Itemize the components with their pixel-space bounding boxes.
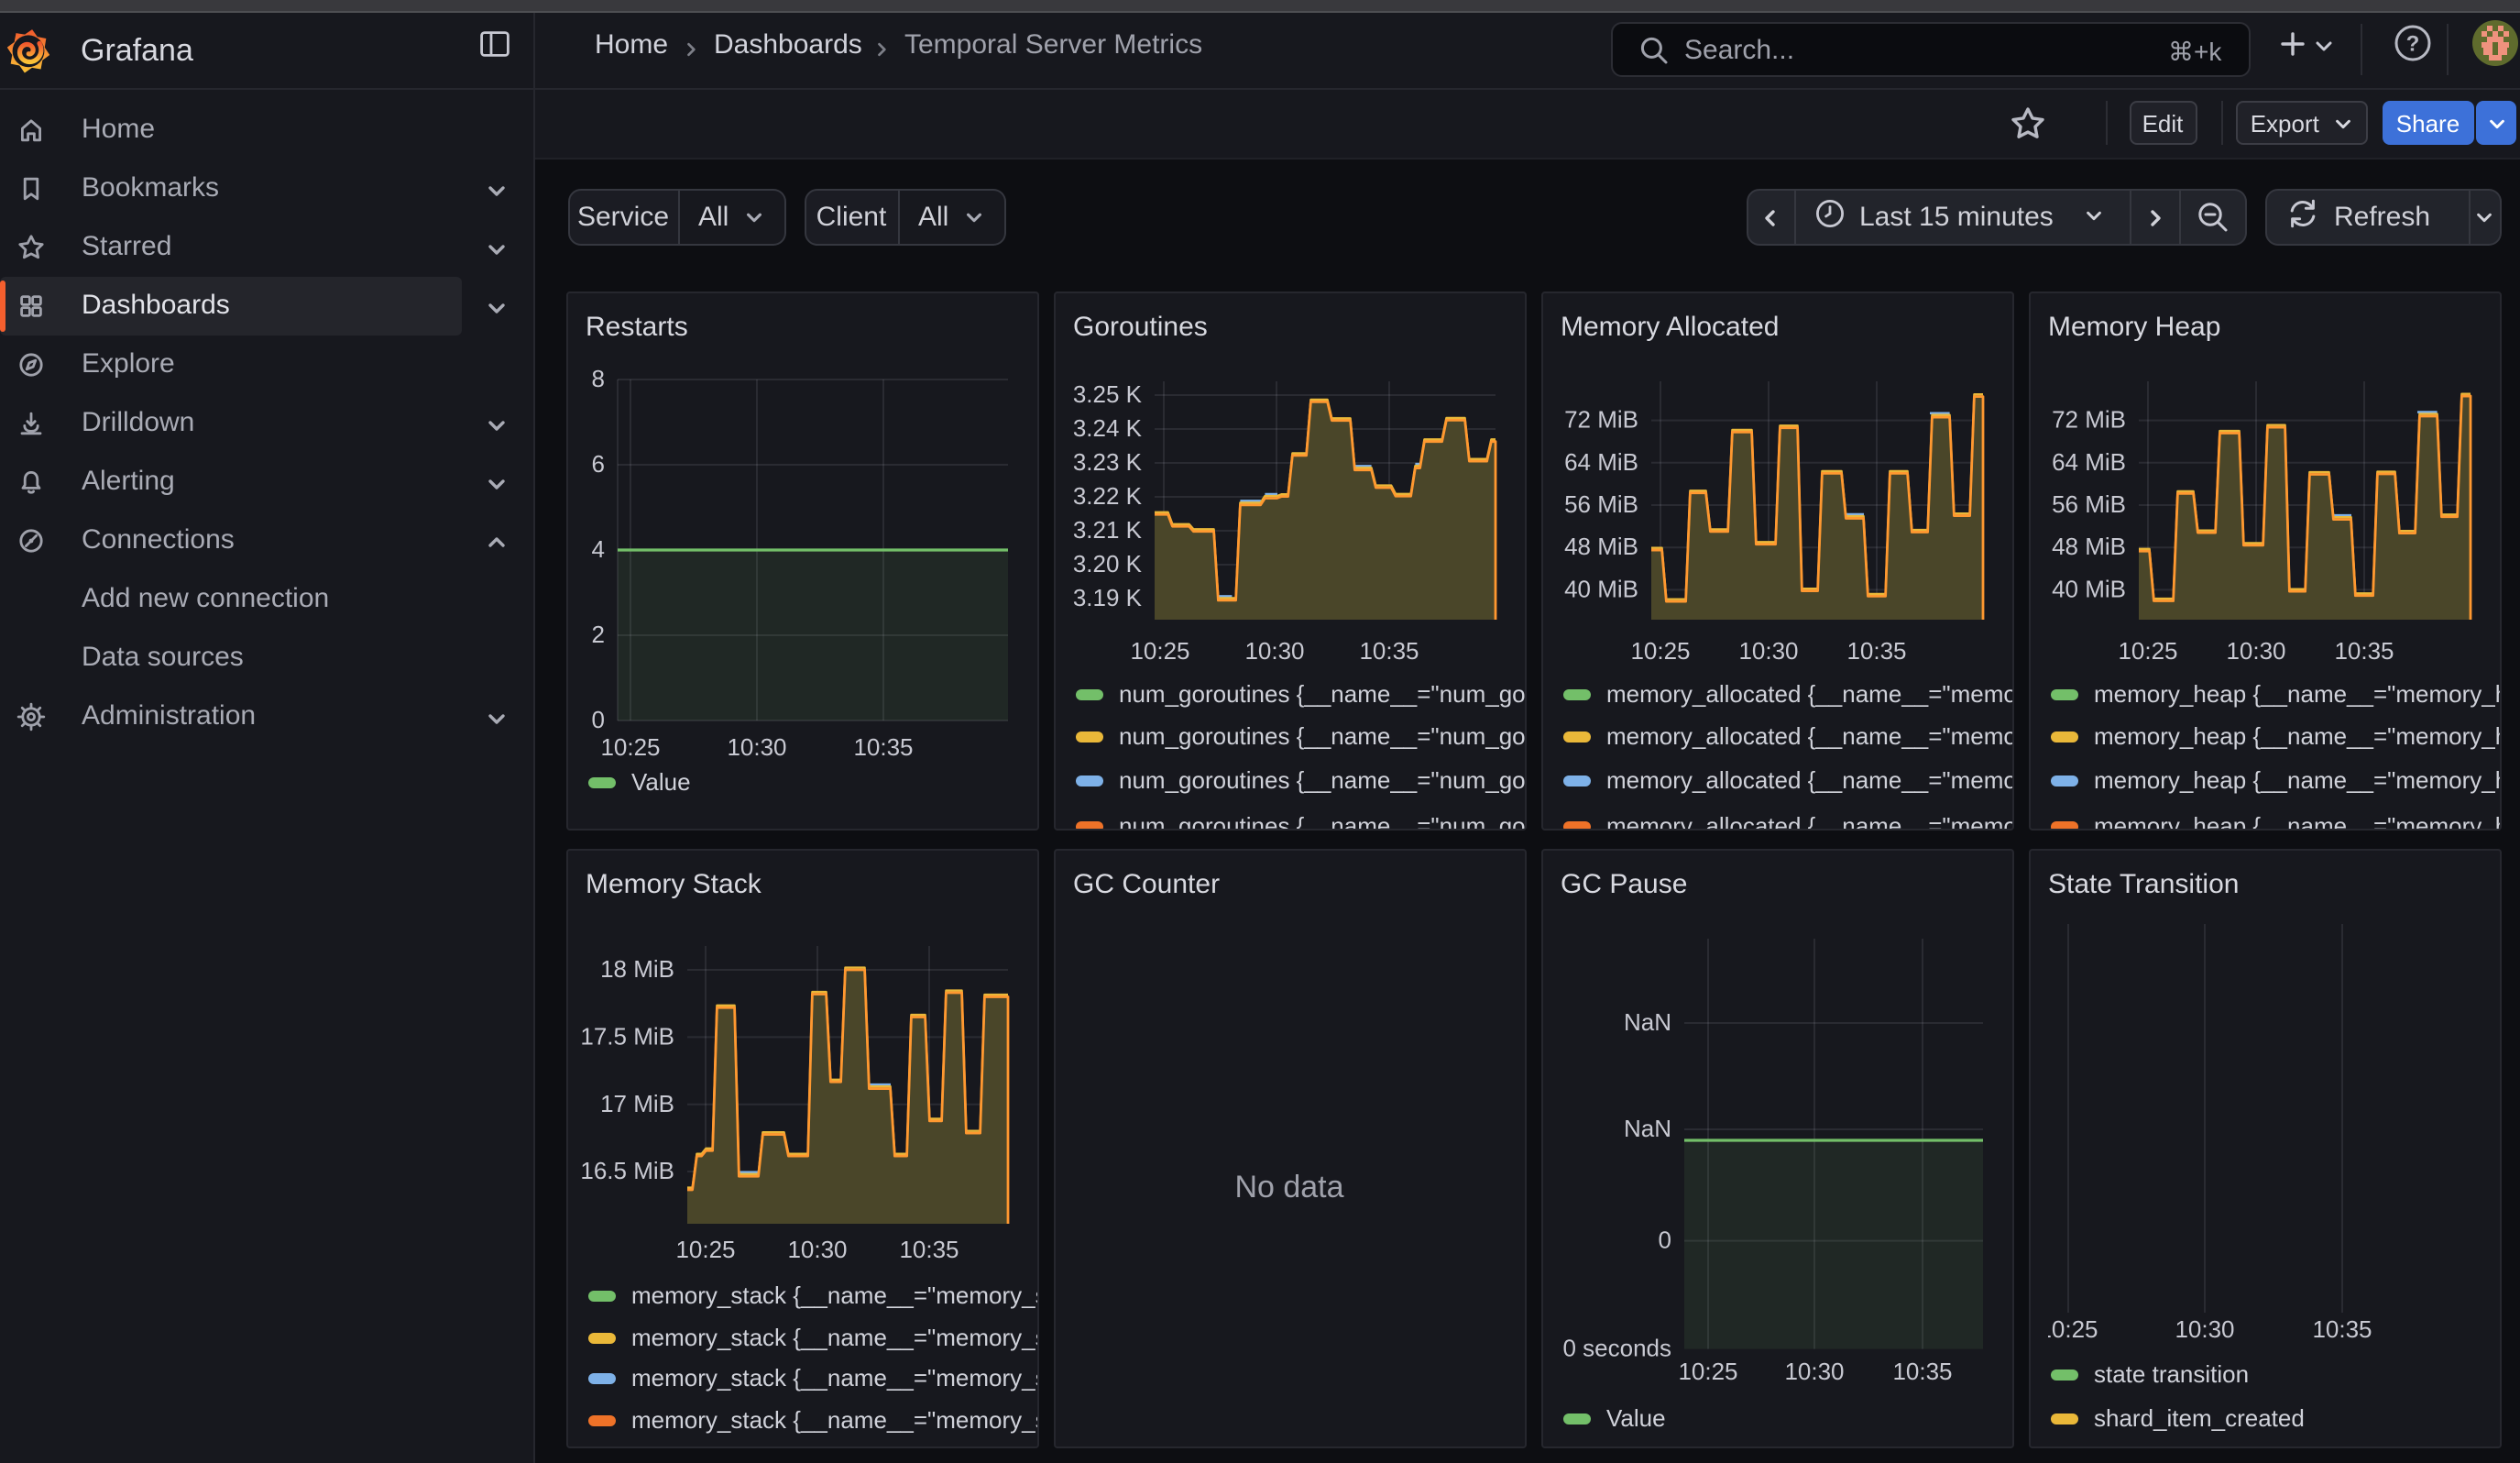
svg-text:10:30: 10:30 — [2174, 1314, 2233, 1342]
svg-text:10:25: 10:25 — [674, 1235, 734, 1262]
svg-text:48 MiB: 48 MiB — [1563, 532, 1638, 559]
svg-text:10:35: 10:35 — [1358, 636, 1418, 664]
svg-text:10:35: 10:35 — [1846, 636, 1905, 664]
svg-text:3.25 K: 3.25 K — [1072, 380, 1142, 407]
svg-text:64 MiB: 64 MiB — [2051, 447, 2125, 475]
svg-text:40 MiB: 40 MiB — [1563, 574, 1638, 601]
svg-text:3.22 K: 3.22 K — [1072, 481, 1142, 509]
svg-text:8: 8 — [591, 364, 604, 391]
svg-text:17 MiB: 17 MiB — [599, 1089, 674, 1116]
svg-text:0: 0 — [1658, 1226, 1671, 1253]
svg-text:72 MiB: 72 MiB — [2051, 405, 2125, 433]
svg-text:3.20 K: 3.20 K — [1072, 549, 1142, 577]
svg-text:10:25: 10:25 — [1677, 1357, 1737, 1384]
svg-text:3.24 K: 3.24 K — [1072, 413, 1142, 441]
svg-text:?: ? — [2406, 32, 2420, 57]
svg-text:10:25: 10:25 — [1129, 636, 1189, 664]
svg-text:10:25: 10:25 — [2117, 636, 2176, 664]
svg-text:64 MiB: 64 MiB — [1563, 447, 1638, 475]
svg-text:4: 4 — [591, 534, 604, 562]
svg-text:NaN: NaN — [1623, 1007, 1671, 1035]
svg-text:10:30: 10:30 — [2225, 636, 2284, 664]
svg-text:10:35: 10:35 — [898, 1235, 958, 1262]
svg-text:3.19 K: 3.19 K — [1072, 583, 1142, 610]
svg-text:10:25: 10:25 — [1629, 636, 1689, 664]
svg-text:10:30: 10:30 — [1783, 1357, 1843, 1384]
svg-text:10:35: 10:35 — [2311, 1314, 2371, 1342]
svg-text:40 MiB: 40 MiB — [2051, 574, 2125, 601]
svg-text:16.5 MiB: 16.5 MiB — [579, 1156, 674, 1183]
svg-text:10:30: 10:30 — [786, 1235, 846, 1262]
svg-text:3.21 K: 3.21 K — [1072, 515, 1142, 543]
svg-text:0 seconds: 0 seconds — [1561, 1334, 1671, 1361]
svg-text:0: 0 — [591, 705, 604, 732]
svg-text:72 MiB: 72 MiB — [1563, 405, 1638, 433]
svg-text:10:25: 10:25 — [599, 732, 659, 760]
svg-text:10:30: 10:30 — [1737, 636, 1797, 664]
svg-text:56 MiB: 56 MiB — [1563, 490, 1638, 517]
svg-text:18 MiB: 18 MiB — [599, 954, 674, 982]
svg-text:17.5 MiB: 17.5 MiB — [579, 1021, 674, 1049]
svg-text:10:30: 10:30 — [726, 732, 785, 760]
svg-text:6: 6 — [591, 449, 604, 477]
svg-text:3.23 K: 3.23 K — [1072, 447, 1142, 475]
svg-text:10:35: 10:35 — [852, 732, 912, 760]
svg-text:10:35: 10:35 — [1891, 1357, 1951, 1384]
svg-text:10:30: 10:30 — [1244, 636, 1303, 664]
svg-text:10:35: 10:35 — [2333, 636, 2393, 664]
svg-text:2: 2 — [591, 620, 604, 647]
svg-text:NaN: NaN — [1623, 1114, 1671, 1141]
svg-text:48 MiB: 48 MiB — [2051, 532, 2125, 559]
svg-text:56 MiB: 56 MiB — [2051, 490, 2125, 517]
